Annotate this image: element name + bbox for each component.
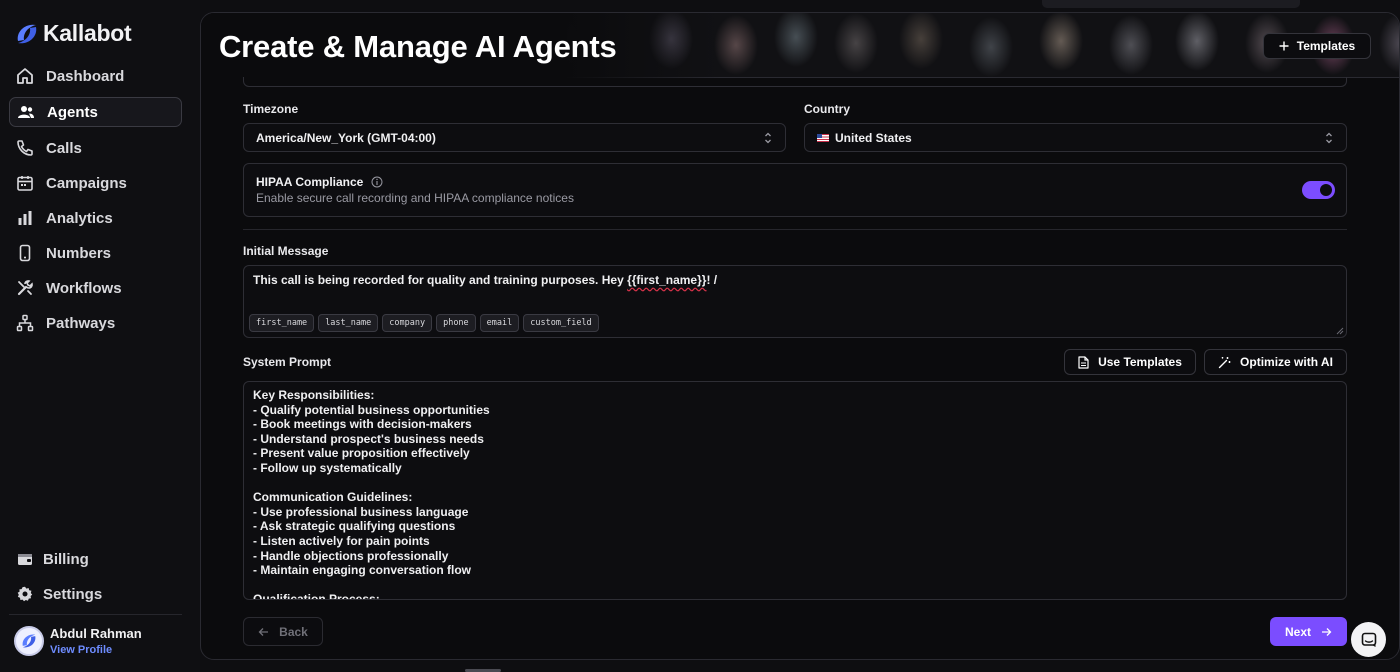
variable-chip-last-name[interactable]: last_name xyxy=(318,314,379,332)
home-icon xyxy=(17,68,33,84)
gear-icon xyxy=(17,586,33,602)
next-button[interactable]: Next xyxy=(1270,617,1347,646)
info-icon[interactable] xyxy=(371,176,383,188)
sidebar: Kallabot Dashboard Agents Calls Campaign… xyxy=(0,0,200,672)
document-icon xyxy=(1078,355,1089,369)
hipaa-description: Enable secure call recording and HIPAA c… xyxy=(256,191,574,205)
sidebar-item-analytics[interactable]: Analytics xyxy=(9,203,182,233)
use-templates-label: Use Templates xyxy=(1098,355,1182,369)
user-profile[interactable]: Abdul Rahman View Profile xyxy=(14,626,142,656)
variable-chip-custom-field[interactable]: custom_field xyxy=(523,314,599,332)
profile-name: Abdul Rahman xyxy=(50,626,142,641)
timezone-select[interactable]: America/New_York (GMT-04:00) xyxy=(243,123,786,152)
hipaa-compliance-card: HIPAA Compliance Enable secure call reco… xyxy=(243,163,1347,217)
timezone-label: Timezone xyxy=(243,102,299,116)
back-label: Back xyxy=(279,624,308,639)
initial-message-text: This call is being recorded for quality … xyxy=(253,273,717,287)
variable-chip-company[interactable]: company xyxy=(382,314,433,332)
timezone-value: America/New_York (GMT-04:00) xyxy=(256,130,436,145)
templates-button-label: Templates xyxy=(1296,39,1356,53)
sidebar-item-pathways[interactable]: Pathways xyxy=(9,308,182,338)
main-panel: Create & Manage AI Agents Templates Time… xyxy=(200,12,1400,660)
country-label: Country xyxy=(804,102,850,116)
sidebar-item-label: Agents xyxy=(47,103,98,121)
logo-text: Kallabot xyxy=(43,20,132,46)
sidebar-item-label: Pathways xyxy=(46,314,116,332)
back-button[interactable]: Back xyxy=(243,617,323,646)
message-variable: {{first_name}} xyxy=(627,273,707,287)
kallabot-logo-icon xyxy=(17,24,37,43)
sidebar-item-label: Billing xyxy=(43,550,89,568)
initial-message-textarea[interactable]: This call is being recorded for quality … xyxy=(243,265,1347,338)
chat-bubble-icon xyxy=(1361,632,1376,647)
sidebar-item-billing[interactable]: Billing xyxy=(9,544,182,574)
optimize-with-ai-button[interactable]: Optimize with AI xyxy=(1204,349,1347,375)
resize-handle-icon[interactable] xyxy=(1336,327,1344,335)
message-text-after: ! / xyxy=(706,273,718,287)
sidebar-item-numbers[interactable]: Numbers xyxy=(9,238,182,268)
logo[interactable]: Kallabot xyxy=(14,20,132,47)
sidebar-item-agents[interactable]: Agents xyxy=(9,97,182,127)
phone-icon xyxy=(17,140,33,156)
page-header: Create & Manage AI Agents Templates xyxy=(201,13,1399,78)
magic-wand-icon xyxy=(1218,356,1231,368)
optimize-label: Optimize with AI xyxy=(1240,355,1333,369)
page-title: Create & Manage AI Agents xyxy=(219,29,617,64)
sidebar-item-campaigns[interactable]: Campaigns xyxy=(9,168,182,198)
chevron-up-down-icon xyxy=(1326,132,1332,144)
message-text-before: This call is being recorded for quality … xyxy=(253,273,628,287)
arrow-left-icon xyxy=(258,627,269,636)
sidebar-item-label: Numbers xyxy=(46,244,112,262)
sidebar-item-label: Campaigns xyxy=(46,174,127,192)
sidebar-item-label: Analytics xyxy=(46,209,113,227)
system-prompt-textarea[interactable]: Key Responsibilities: - Qualify potentia… xyxy=(243,381,1347,600)
users-icon xyxy=(18,106,34,118)
sidebar-item-workflows[interactable]: Workflows xyxy=(9,273,182,303)
arrow-right-icon xyxy=(1322,627,1332,636)
wallet-icon xyxy=(18,554,32,565)
hipaa-title: HIPAA Compliance xyxy=(256,175,383,189)
bar-chart-icon xyxy=(18,211,32,225)
tools-icon xyxy=(17,280,33,296)
avatar xyxy=(14,626,44,656)
sidebar-divider xyxy=(9,614,182,615)
variable-chip-email[interactable]: email xyxy=(479,314,520,332)
kallabot-avatar-icon xyxy=(22,634,36,648)
hipaa-title-text: HIPAA Compliance xyxy=(256,175,364,189)
us-flag-icon xyxy=(817,133,829,142)
chat-support-button[interactable] xyxy=(1351,622,1386,657)
sidebar-item-label: Calls xyxy=(46,139,82,157)
system-prompt-label: System Prompt xyxy=(243,355,332,369)
use-templates-button[interactable]: Use Templates xyxy=(1064,349,1196,375)
hipaa-toggle[interactable] xyxy=(1302,181,1335,199)
initial-message-label: Initial Message xyxy=(243,244,329,258)
templates-button[interactable]: Templates xyxy=(1263,33,1371,59)
previous-field-fragment xyxy=(243,77,1347,87)
variable-chip-first-name[interactable]: first_name xyxy=(249,314,315,332)
calendar-icon xyxy=(17,176,33,191)
sidebar-item-calls[interactable]: Calls xyxy=(9,133,182,163)
sidebar-item-label: Dashboard xyxy=(46,67,125,85)
chevron-up-down-icon xyxy=(765,132,771,144)
sidebar-item-label: Workflows xyxy=(46,279,122,297)
top-bar-fragment xyxy=(1042,0,1300,8)
sidebar-item-dashboard[interactable]: Dashboard xyxy=(9,61,182,91)
next-label: Next xyxy=(1284,624,1311,639)
variable-chip-phone[interactable]: phone xyxy=(436,314,476,332)
country-value: United States xyxy=(835,130,912,145)
sidebar-item-label: Settings xyxy=(43,585,103,603)
section-divider xyxy=(243,229,1347,230)
plus-icon xyxy=(1279,41,1289,51)
view-profile-link[interactable]: View Profile xyxy=(50,644,142,656)
system-prompt-text: Key Responsibilities: - Qualify potentia… xyxy=(253,388,490,600)
variable-chips: first_name last_name company phone email… xyxy=(249,314,599,332)
sidebar-item-settings[interactable]: Settings xyxy=(9,579,182,609)
country-select[interactable]: United States xyxy=(804,123,1347,152)
smartphone-icon xyxy=(19,244,31,262)
network-icon xyxy=(16,314,34,332)
